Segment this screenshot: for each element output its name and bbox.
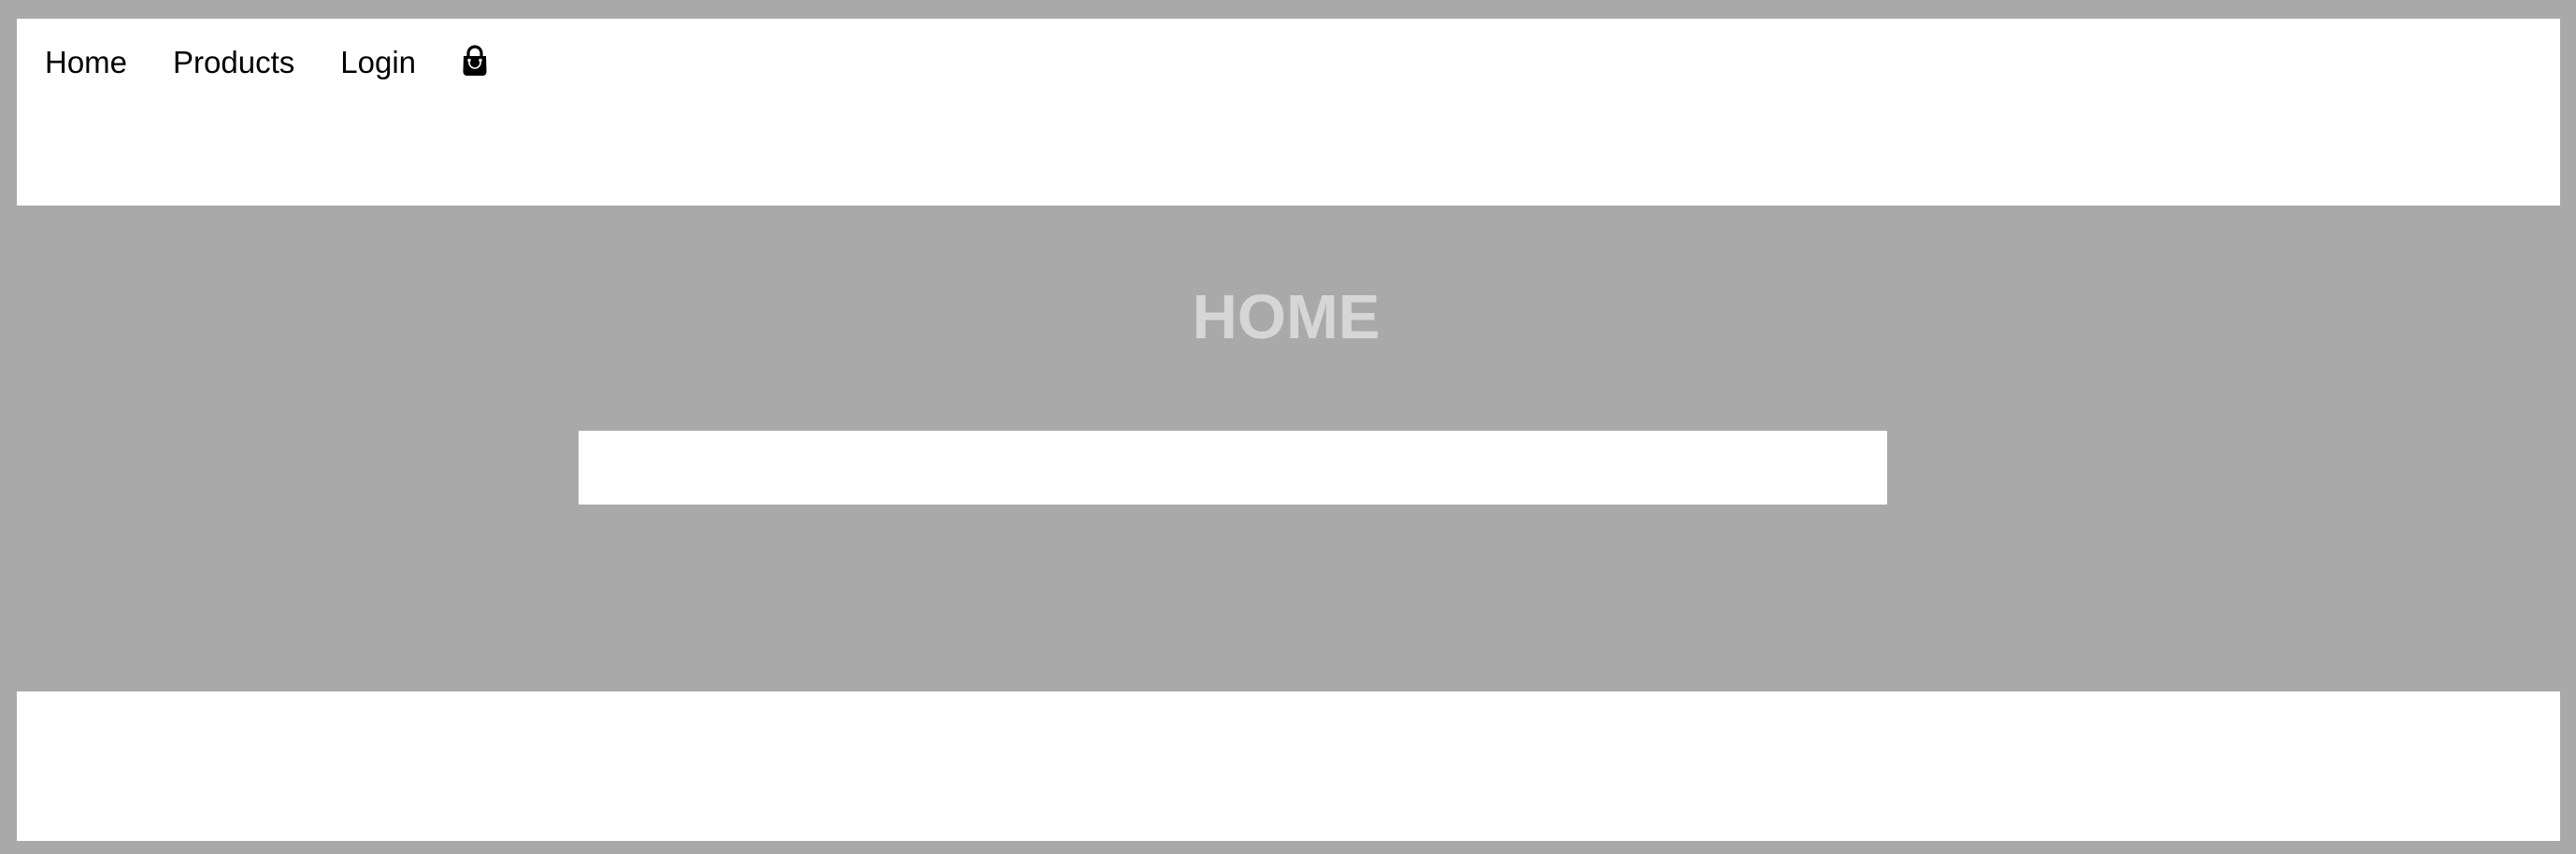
- main-section: HOME: [0, 206, 2576, 691]
- shopping-bag-icon[interactable]: [461, 45, 489, 77]
- search-input[interactable]: [579, 431, 1887, 505]
- main-nav: Home Products Login: [45, 45, 489, 80]
- site-header: Home Products Login: [17, 19, 2560, 206]
- nav-link-login[interactable]: Login: [340, 45, 416, 80]
- nav-link-home[interactable]: Home: [45, 45, 127, 80]
- page-title: HOME: [0, 282, 2576, 353]
- nav-link-products[interactable]: Products: [173, 45, 294, 80]
- page-title-text: HOME: [1192, 282, 1381, 352]
- site-footer: [17, 691, 2560, 841]
